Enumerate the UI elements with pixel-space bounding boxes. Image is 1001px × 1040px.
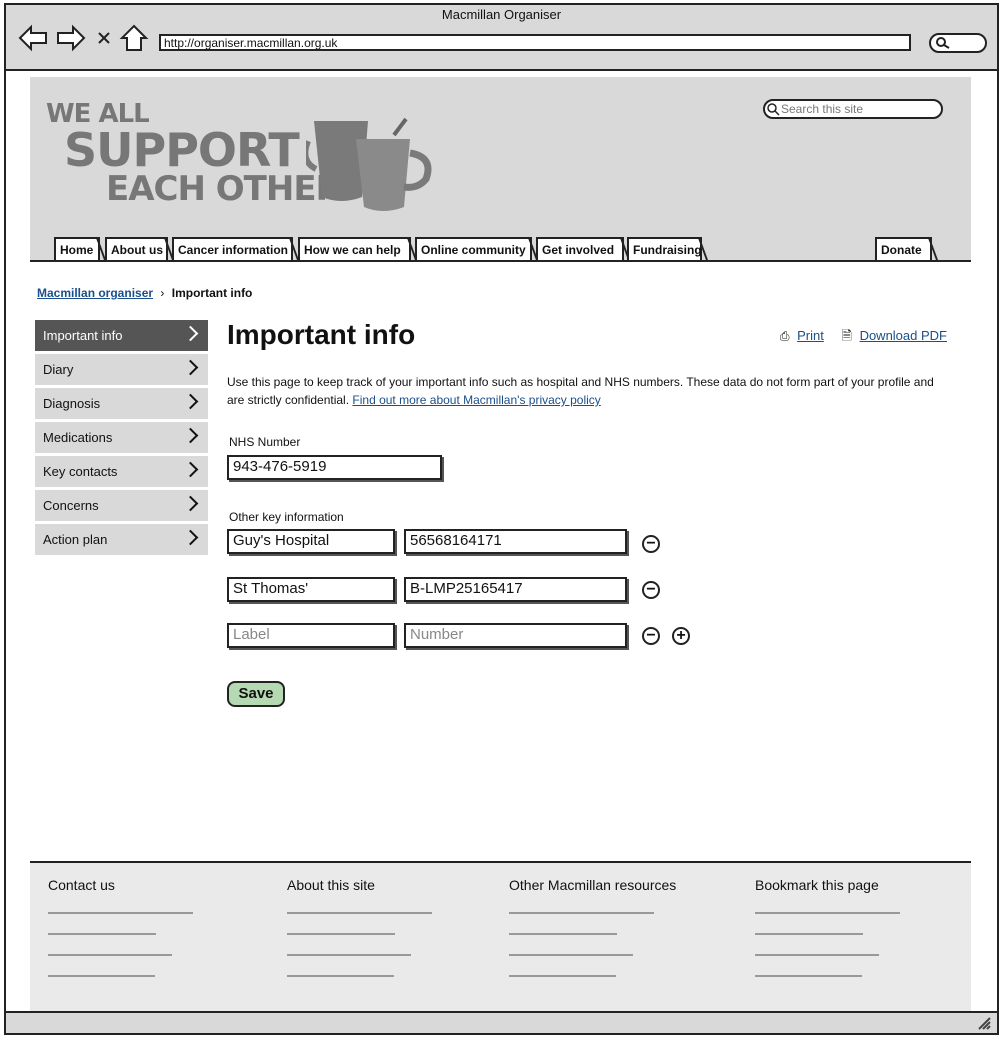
tab-get-involved[interactable]: Get involved	[536, 237, 624, 260]
footer-heading[interactable]: Bookmark this page	[755, 877, 915, 893]
breadcrumb-separator-icon: ›	[160, 286, 165, 300]
chevron-right-icon	[182, 359, 199, 376]
site-search-input[interactable]: Search this site	[763, 99, 943, 119]
footer-column-resources: Other Macmillan resources	[509, 877, 689, 977]
footer-link-placeholder[interactable]	[755, 912, 900, 914]
site-search-icon	[767, 103, 780, 116]
page-actions: ⎙ Print 🗎 Download PDF	[780, 327, 947, 349]
info-number-input[interactable]: 56568164171	[404, 529, 627, 554]
footer-column-about: About this site	[287, 877, 432, 977]
footer-column-bookmark: Bookmark this page	[755, 877, 915, 977]
footer-link-placeholder[interactable]	[509, 912, 654, 914]
remove-row-button[interactable]: −	[642, 627, 660, 645]
footer-link-placeholder[interactable]	[287, 975, 394, 977]
remove-row-button[interactable]: −	[642, 581, 660, 599]
site-header: WE ALL SUPPORT EACH OTHER Search this si…	[30, 77, 971, 262]
nhs-number-label: NHS Number	[229, 435, 301, 449]
footer-link-placeholder[interactable]	[509, 975, 616, 977]
print-link[interactable]: Print	[797, 328, 824, 343]
pdf-icon: 🗎	[841, 328, 852, 343]
sidebar-item-important-info[interactable]: Important info	[35, 320, 208, 351]
privacy-policy-link[interactable]: Find out more about Macmillan's privacy …	[352, 393, 600, 407]
window-title: Macmillan Organiser	[441, 7, 562, 22]
footer-column-contact: Contact us	[48, 877, 193, 977]
footer-link-placeholder[interactable]	[287, 912, 432, 914]
chevron-right-icon	[182, 427, 199, 444]
browser-window: Macmillan Organiser http://organiser.mac…	[4, 3, 999, 1035]
footer-heading[interactable]: Other Macmillan resources	[509, 877, 689, 893]
footer-heading[interactable]: Contact us	[48, 877, 193, 893]
add-row-button[interactable]: +	[672, 627, 690, 645]
tab-fundraising[interactable]: Fundraising	[627, 237, 702, 260]
sidebar-item-diagnosis[interactable]: Diagnosis	[35, 388, 208, 419]
web-page: WE ALL SUPPORT EACH OTHER Search this si…	[30, 77, 971, 1012]
footer-heading[interactable]: About this site	[287, 877, 432, 893]
info-label-input[interactable]: Guy's Hospital	[227, 529, 395, 554]
sidebar-item-action-plan[interactable]: Action plan	[35, 524, 208, 555]
info-label-input[interactable]: St Thomas'	[227, 577, 395, 602]
remove-row-button[interactable]: −	[642, 535, 660, 553]
tab-cancer-information[interactable]: Cancer information	[172, 237, 293, 260]
chevron-right-icon	[182, 325, 199, 342]
sidebar-item-medications[interactable]: Medications	[35, 422, 208, 453]
footer-link-placeholder[interactable]	[287, 954, 411, 956]
site-footer: Contact us About this site Other Macmill…	[30, 861, 971, 1012]
breadcrumb: Macmillan organiser › Important info	[37, 286, 252, 300]
sidebar-item-diary[interactable]: Diary	[35, 354, 208, 385]
footer-link-placeholder[interactable]	[509, 954, 633, 956]
chevron-right-icon	[182, 529, 199, 546]
browser-search-field[interactable]	[929, 33, 987, 53]
chevron-right-icon	[182, 461, 199, 478]
intro-text: Use this page to keep track of your impo…	[227, 375, 934, 407]
home-icon[interactable]	[119, 24, 149, 52]
info-number-input[interactable]: B-LMP25165417	[404, 577, 627, 602]
footer-link-placeholder[interactable]	[755, 954, 879, 956]
page-title: Important info	[227, 319, 416, 350]
back-arrow-icon[interactable]	[18, 24, 48, 52]
footer-link-placeholder[interactable]	[48, 975, 155, 977]
breadcrumb-current: Important info	[171, 286, 253, 300]
breadcrumb-parent-link[interactable]: Macmillan organiser	[37, 286, 153, 300]
sidebar-item-key-contacts[interactable]: Key contacts	[35, 456, 208, 487]
save-button[interactable]: Save	[227, 681, 285, 707]
footer-link-placeholder[interactable]	[48, 954, 172, 956]
address-bar[interactable]: http://organiser.macmillan.org.uk	[159, 34, 911, 51]
new-number-input[interactable]: Number	[404, 623, 627, 648]
chevron-right-icon	[182, 393, 199, 410]
forward-arrow-icon[interactable]	[56, 24, 86, 52]
download-pdf-link[interactable]: Download PDF	[860, 328, 947, 343]
tab-home[interactable]: Home	[54, 237, 100, 260]
nhs-number-input[interactable]: 943-476-5919	[227, 455, 442, 480]
tab-about-us[interactable]: About us	[105, 237, 168, 260]
chevron-right-icon	[182, 495, 199, 512]
magnifier-icon	[936, 37, 950, 49]
stop-icon[interactable]	[94, 24, 116, 52]
tab-donate[interactable]: Donate	[875, 237, 932, 260]
footer-link-placeholder[interactable]	[509, 933, 617, 935]
mugs-icon	[306, 117, 432, 211]
printer-icon: ⎙	[779, 329, 790, 343]
footer-link-placeholder[interactable]	[48, 912, 193, 914]
footer-link-placeholder[interactable]	[48, 933, 156, 935]
new-label-input[interactable]: Label	[227, 623, 395, 648]
tab-online-community[interactable]: Online community	[415, 237, 532, 260]
other-info-label: Other key information	[229, 510, 344, 524]
footer-link-placeholder[interactable]	[755, 933, 863, 935]
resize-grip-icon[interactable]	[977, 1016, 991, 1030]
sidebar-item-concerns[interactable]: Concerns	[35, 490, 208, 521]
footer-link-placeholder[interactable]	[755, 975, 862, 977]
tab-how-we-can-help[interactable]: How we can help	[298, 237, 411, 260]
sidebar-nav: Important info Diary Diagnosis Medicatio…	[35, 320, 208, 558]
footer-link-placeholder[interactable]	[287, 933, 395, 935]
browser-status-bar	[6, 1011, 997, 1033]
browser-toolbar: Macmillan Organiser http://organiser.mac…	[6, 5, 997, 71]
